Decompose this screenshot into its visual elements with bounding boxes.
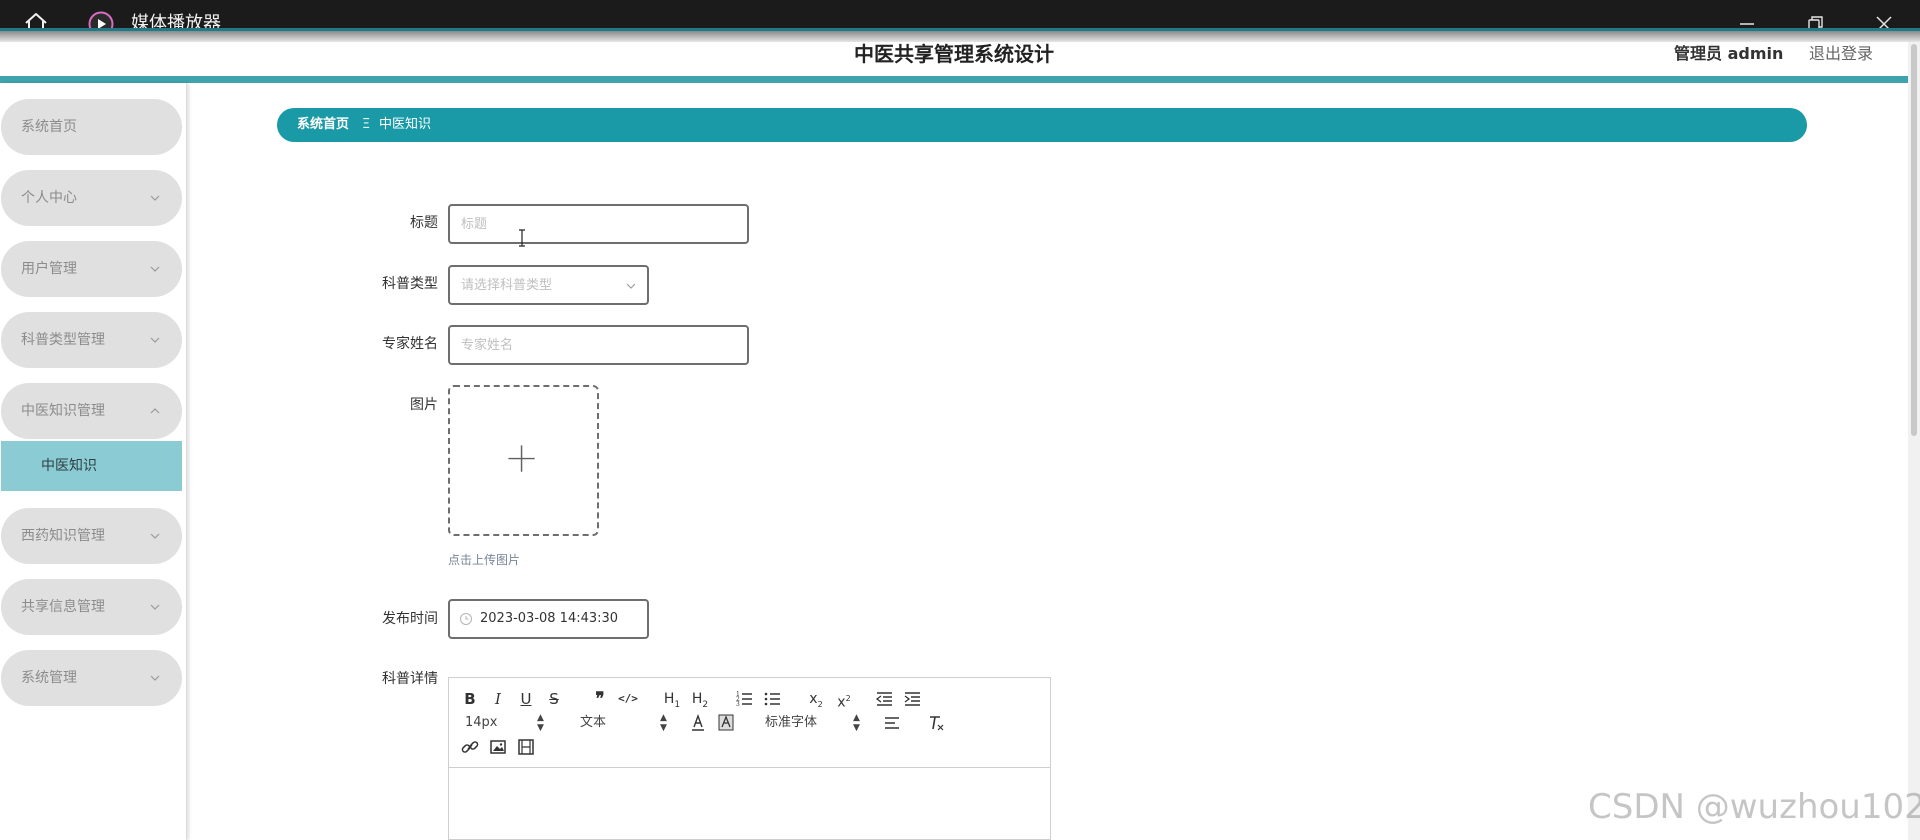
chevron-down-icon xyxy=(150,195,160,201)
sidebar-item-tcm-knowledge-management[interactable]: 中医知识管理 xyxy=(1,383,182,439)
sidebar-item-personal-center[interactable]: 个人中心 xyxy=(1,170,182,226)
page-scrollbar[interactable] xyxy=(1908,42,1920,840)
sidebar-item-label: 系统管理 xyxy=(21,670,77,686)
chevron-up-icon xyxy=(150,408,160,414)
publish-time-picker[interactable]: 2023-03-08 14:43:30 xyxy=(448,599,649,639)
select-arrows-icon: ▲ ▼ xyxy=(537,713,544,733)
plus-icon xyxy=(508,445,535,472)
clock-icon xyxy=(460,613,472,625)
expert-name-input[interactable] xyxy=(450,327,747,363)
sidebar-item-label: 系统首页 xyxy=(21,119,77,135)
editor-toolbar: B I U S ❞ </> H1 H2 123 x2 x2 14px ▲ ▼ 文… xyxy=(449,678,1050,768)
image-field-label: 图片 xyxy=(410,397,438,413)
chevron-down-icon xyxy=(150,533,160,539)
bullet-list-icon[interactable] xyxy=(761,688,783,710)
sidebar-item-system-management[interactable]: 系统管理 xyxy=(1,650,182,706)
sidebar-item-label: 用户管理 xyxy=(21,261,77,277)
font-size-value: 14px xyxy=(465,715,498,730)
expert-field-label: 专家姓名 xyxy=(382,336,438,352)
chevron-down-icon xyxy=(150,266,160,272)
blockquote-button[interactable]: ❞ xyxy=(589,688,611,710)
block-type-select[interactable]: 文本 ▲ ▼ xyxy=(580,713,670,733)
window-title-bar: 媒体播放器 xyxy=(0,0,1920,37)
title-field-label: 标题 xyxy=(410,215,438,231)
breadcrumb: 系统首页 Ξ 中医知识 xyxy=(277,108,1807,142)
breadcrumb-current: 中医知识 xyxy=(379,117,432,132)
current-user-label: 管理员 admin xyxy=(1674,44,1784,63)
font-family-value: 标准字体 xyxy=(765,715,818,730)
heading1-button[interactable]: H1 xyxy=(659,688,685,710)
subscript-button[interactable]: x2 xyxy=(805,688,827,710)
select-arrows-icon: ▲ ▼ xyxy=(660,713,667,733)
ordered-list-icon[interactable]: 123 xyxy=(733,688,755,710)
bold-button[interactable]: B xyxy=(459,688,481,710)
sidebar-item-category-management[interactable]: 科普类型管理 xyxy=(1,312,182,368)
font-family-select[interactable]: 标准字体 ▲ ▼ xyxy=(765,713,863,733)
breadcrumb-home-link[interactable]: 系统首页 xyxy=(297,108,349,142)
upload-hint: 点击上传图片 xyxy=(448,553,521,567)
chevron-down-icon xyxy=(150,604,160,610)
align-icon[interactable] xyxy=(881,712,903,734)
image-icon[interactable] xyxy=(487,736,509,758)
code-block-button[interactable]: </> xyxy=(617,688,639,710)
underline-button[interactable]: U xyxy=(515,688,537,710)
strike-button[interactable]: S xyxy=(543,688,565,710)
publish-time-value: 2023-03-08 14:43:30 xyxy=(480,611,619,626)
chevron-down-icon xyxy=(150,675,160,681)
text-cursor-icon xyxy=(519,229,525,247)
app-header: 中医共享管理系统设计 管理员 admin 退出登录 xyxy=(0,42,1908,76)
font-size-select[interactable]: 14px ▲ ▼ xyxy=(465,713,549,733)
sidebar-item-western-medicine-management[interactable]: 西药知识管理 xyxy=(1,508,182,564)
header-accent-bar xyxy=(0,76,1908,83)
chevron-down-icon xyxy=(150,337,160,343)
select-arrows-icon: ▲ ▼ xyxy=(853,713,860,733)
category-field-label: 科普类型 xyxy=(382,276,438,292)
scrollbar-thumb[interactable] xyxy=(1911,44,1917,436)
sidebar-subitem-tcm-knowledge[interactable]: 中医知识 xyxy=(1,441,182,491)
block-type-value: 文本 xyxy=(580,715,607,730)
category-select[interactable] xyxy=(448,265,649,305)
sidebar-item-label: 个人中心 xyxy=(21,190,77,206)
background-color-icon[interactable] xyxy=(715,712,737,734)
sidebar-item-label: 西药知识管理 xyxy=(21,528,105,544)
breadcrumb-separator: Ξ xyxy=(362,117,371,132)
heading2-button[interactable]: H2 xyxy=(687,688,713,710)
sidebar-item-shared-info-management[interactable]: 共享信息管理 xyxy=(1,579,182,635)
sidebar-item-label: 科普类型管理 xyxy=(21,332,105,348)
watermark: CSDN @wuzhou102 xyxy=(1588,787,1920,827)
italic-button[interactable]: I xyxy=(487,688,509,710)
outdent-icon[interactable] xyxy=(873,688,895,710)
sidebar-item-label: 共享信息管理 xyxy=(21,599,105,615)
clear-format-icon[interactable] xyxy=(925,712,947,734)
chevron-down-icon xyxy=(626,283,636,289)
site-title: 中医共享管理系统设计 xyxy=(854,42,1054,66)
video-icon[interactable] xyxy=(515,736,537,758)
category-select-input[interactable] xyxy=(450,267,647,303)
logout-link[interactable]: 退出登录 xyxy=(1809,43,1873,65)
superscript-button[interactable]: x2 xyxy=(833,688,855,711)
sidebar-item-user-management[interactable]: 用户管理 xyxy=(1,241,182,297)
sidebar-item-label: 中医知识管理 xyxy=(21,403,105,419)
link-icon[interactable] xyxy=(459,736,481,758)
font-color-icon[interactable] xyxy=(687,712,709,734)
title-field[interactable] xyxy=(448,204,749,244)
svg-text:3: 3 xyxy=(736,701,740,708)
editor-content-area[interactable] xyxy=(449,769,1050,839)
detail-field-label: 科普详情 xyxy=(382,671,438,687)
indent-icon[interactable] xyxy=(901,688,923,710)
title-input[interactable] xyxy=(450,206,747,242)
publish-time-label: 发布时间 xyxy=(382,611,438,627)
sidebar: 系统首页 个人中心 用户管理 科普类型管理 中医知识管理 中医知识 西药知识管理… xyxy=(0,83,187,840)
sidebar-item-home[interactable]: 系统首页 xyxy=(1,99,182,155)
sidebar-subitem-label: 中医知识 xyxy=(41,458,97,474)
image-upload-button[interactable] xyxy=(448,385,599,536)
expert-name-field[interactable] xyxy=(448,325,749,365)
rich-text-editor: B I U S ❞ </> H1 H2 123 x2 x2 14px ▲ ▼ 文… xyxy=(448,677,1051,840)
